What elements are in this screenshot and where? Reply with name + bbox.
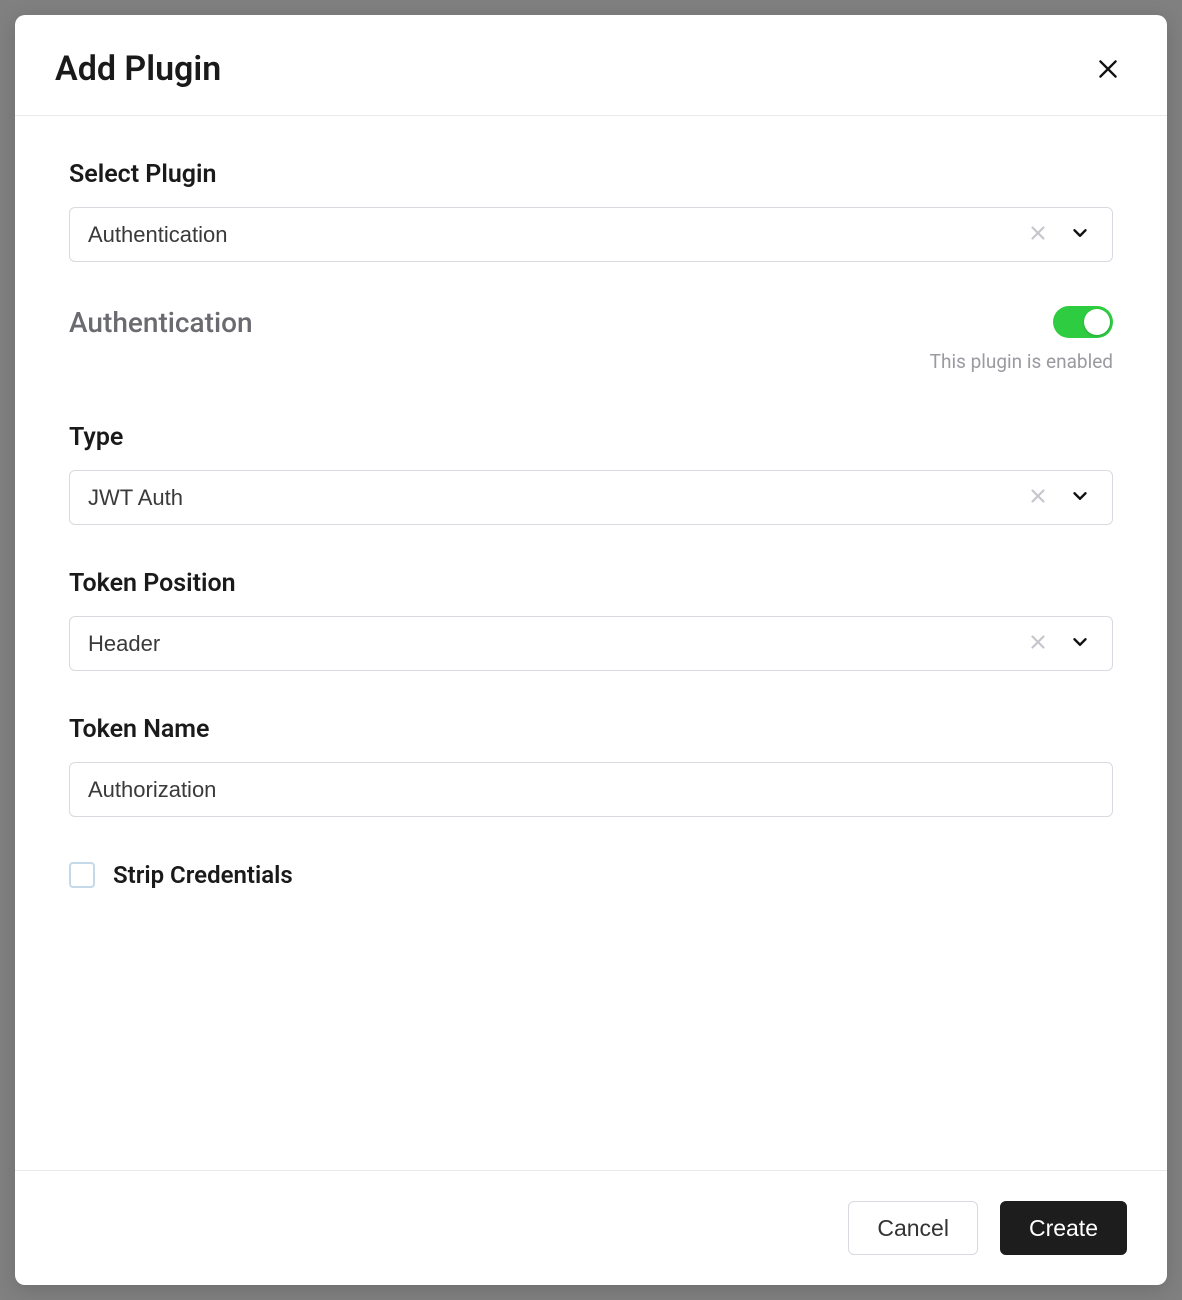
enabled-caption: This plugin is enabled bbox=[930, 350, 1113, 373]
chevron-down-icon[interactable] bbox=[1065, 481, 1103, 515]
token-position-value[interactable] bbox=[69, 616, 1113, 671]
add-plugin-modal: Add Plugin Select Plugin bbox=[15, 15, 1167, 1285]
enabled-toggle[interactable] bbox=[1053, 306, 1113, 338]
token-position-select[interactable] bbox=[69, 616, 1113, 671]
select-plugin-value[interactable] bbox=[69, 207, 1113, 262]
clear-icon[interactable] bbox=[1023, 481, 1053, 515]
modal-footer: Cancel Create bbox=[15, 1170, 1167, 1285]
select-plugin-label: Select Plugin bbox=[69, 160, 1113, 189]
cancel-button[interactable]: Cancel bbox=[848, 1201, 978, 1255]
chevron-down-icon[interactable] bbox=[1065, 218, 1103, 252]
toggle-knob bbox=[1084, 309, 1110, 335]
modal-header: Add Plugin bbox=[15, 15, 1167, 116]
field-select-plugin: Select Plugin bbox=[69, 160, 1113, 262]
token-position-label: Token Position bbox=[69, 569, 1113, 598]
select-plugin-icons bbox=[1023, 207, 1103, 262]
select-plugin-select[interactable] bbox=[69, 207, 1113, 262]
modal-body: Select Plugin Authentication bbox=[15, 116, 1167, 1170]
chevron-down-icon[interactable] bbox=[1065, 627, 1103, 661]
field-token-name: Token Name bbox=[69, 715, 1113, 817]
type-label: Type bbox=[69, 423, 1113, 452]
plugin-enabled-row: Authentication This plugin is enabled bbox=[69, 306, 1113, 373]
token-name-input[interactable] bbox=[69, 762, 1113, 817]
field-token-position: Token Position bbox=[69, 569, 1113, 671]
type-value[interactable] bbox=[69, 470, 1113, 525]
close-icon bbox=[1095, 56, 1121, 82]
token-name-label: Token Name bbox=[69, 715, 1113, 744]
strip-credentials-label: Strip Credentials bbox=[113, 861, 293, 889]
field-strip-credentials: Strip Credentials bbox=[69, 861, 1113, 889]
modal-title: Add Plugin bbox=[55, 49, 221, 89]
close-button[interactable] bbox=[1089, 50, 1127, 88]
token-position-icons bbox=[1023, 616, 1103, 671]
type-icons bbox=[1023, 470, 1103, 525]
field-type: Type bbox=[69, 423, 1113, 525]
toggle-column: This plugin is enabled bbox=[930, 306, 1113, 373]
type-select[interactable] bbox=[69, 470, 1113, 525]
strip-credentials-checkbox[interactable] bbox=[69, 862, 95, 888]
clear-icon[interactable] bbox=[1023, 627, 1053, 661]
create-button[interactable]: Create bbox=[1000, 1201, 1127, 1255]
clear-icon[interactable] bbox=[1023, 218, 1053, 252]
plugin-name-heading: Authentication bbox=[69, 306, 253, 339]
